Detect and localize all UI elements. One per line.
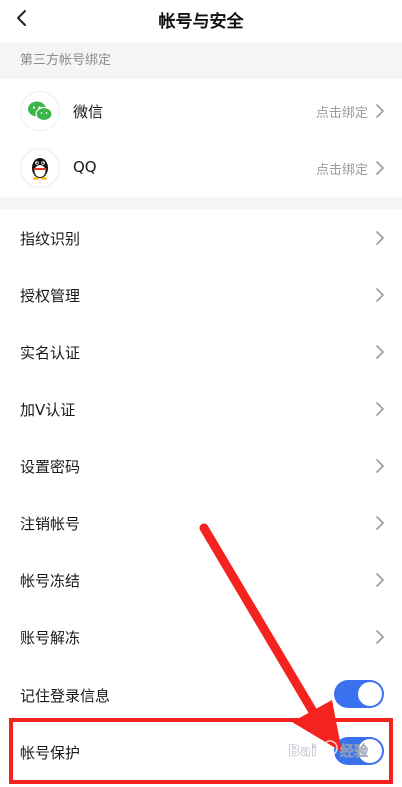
chevron-right-icon [376,231,384,245]
qq-avatar [20,148,60,188]
list-item-set-password[interactable]: 设置密码 [0,437,402,494]
toggle-row-remember-login: 记住登录信息 [0,666,402,723]
list-item-cancel-account[interactable]: 注销帐号 [0,494,402,551]
list-item-label: 账号解冻 [20,629,81,647]
chevron-right-icon [376,288,384,302]
qq-penguin-icon [32,158,48,180]
toggle-label: 记住登录信息 [20,687,111,705]
list-item-label: 实名认证 [20,344,81,362]
bind-label-wechat: 微信 [73,103,104,121]
chevron-right-icon [376,459,384,473]
page-title: 帐号与安全 [158,12,244,32]
list-item-label: 指纹识别 [20,230,81,248]
section-header-third-party: 第三方帐号绑定 [0,43,402,79]
list-item-label: 加V认证 [20,401,76,419]
chevron-right-icon [376,104,384,118]
chevron-right-icon [376,161,384,175]
list-item-label: 授权管理 [20,287,81,305]
list-item-label: 注销帐号 [20,515,81,533]
toggle-knob [358,739,382,763]
account-protection-toggle[interactable] [334,737,384,765]
bind-row-wechat[interactable]: 微信 点击绑定 [0,83,402,139]
bind-action-qq[interactable]: 点击绑定 [316,159,368,178]
bind-action-wechat[interactable]: 点击绑定 [316,102,368,121]
list-item-real-name[interactable]: 实名认证 [0,323,402,380]
bind-label-qq: QQ [73,158,97,176]
list-item-label: 设置密码 [20,458,81,476]
wechat-icon [28,101,53,122]
section-divider [0,197,402,209]
remember-login-toggle[interactable] [334,680,384,708]
toggle-knob [358,682,382,706]
chevron-right-icon [376,573,384,587]
list-item-freeze-account[interactable]: 帐号冻结 [0,551,402,608]
toggle-label: 帐号保护 [20,744,81,762]
chevron-right-icon [376,345,384,359]
nav-bar: 帐号与安全 [0,0,402,36]
list-item-authorization[interactable]: 授权管理 [0,266,402,323]
chevron-right-icon [376,402,384,416]
list-item-label: 帐号冻结 [20,572,81,590]
toggle-row-account-protection: 帐号保护 [0,723,402,780]
wechat-avatar [20,91,60,131]
list-item-fingerprint[interactable]: 指纹识别 [0,209,402,266]
list-item-v-verify[interactable]: 加V认证 [0,380,402,437]
list-item-unfreeze-account[interactable]: 账号解冻 [0,608,402,665]
bind-row-qq[interactable]: QQ 点击绑定 [0,140,402,196]
chevron-right-icon [376,630,384,644]
chevron-right-icon [376,516,384,530]
